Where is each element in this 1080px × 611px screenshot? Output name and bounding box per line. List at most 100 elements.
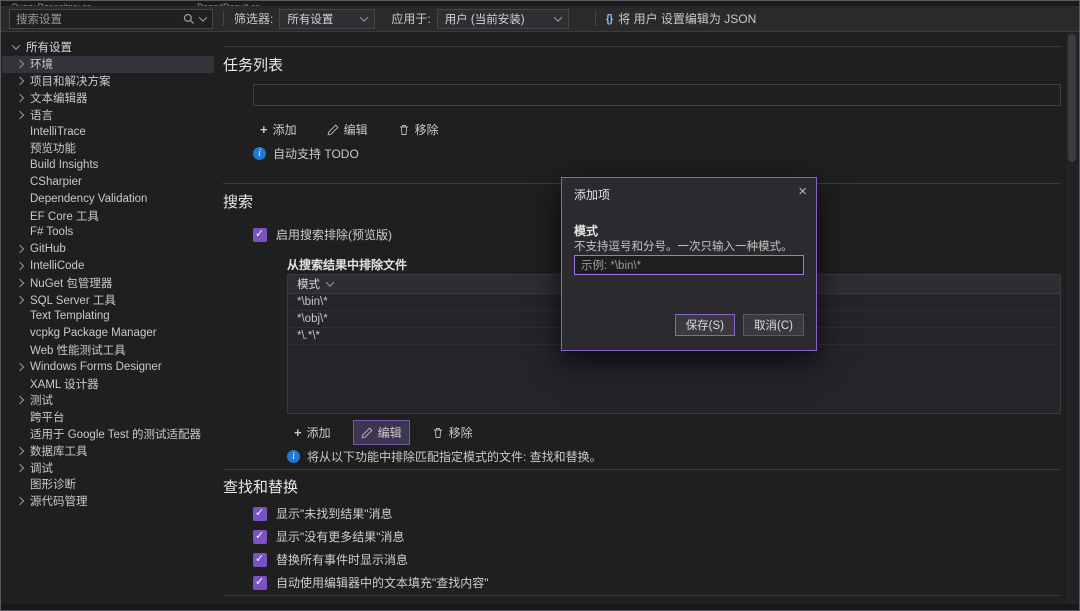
sidebar-tree-item[interactable]: 测试	[2, 392, 214, 409]
tree-item-label: Windows Forms Designer	[30, 361, 162, 373]
checkbox-label: 启用搜索排除(预览版)	[276, 226, 392, 243]
info-icon	[253, 147, 266, 160]
sidebar-tree-item[interactable]: Windows Forms Designer	[2, 358, 214, 375]
checkbox-row[interactable]: 显示"未找到结果"消息	[253, 506, 489, 521]
tree-item-label: IntelliTrace	[30, 126, 86, 138]
find-replace-heading: 查找和替换	[223, 476, 298, 497]
sidebar-tree-item[interactable]: SQL Server 工具	[2, 291, 214, 308]
sidebar-tree-item[interactable]: Dependency Validation	[2, 190, 214, 207]
sidebar-tree-item[interactable]: GitHub	[2, 241, 214, 258]
sidebar-tree-item[interactable]: vcpkg Package Manager	[2, 325, 214, 342]
sidebar-tree-item[interactable]: CSharpier	[2, 174, 214, 191]
sidebar-tree-item[interactable]: 预览功能	[2, 140, 214, 157]
filter-label: 筛选器:	[234, 10, 273, 27]
exclusions-info-text: 将从以下功能中排除匹配指定模式的文件: 查找和替换。	[307, 448, 602, 465]
tree-item-label: 调试	[30, 460, 53, 476]
dialog-title: 添加项	[574, 186, 610, 203]
cancel-button[interactable]: 取消(C)	[743, 314, 804, 336]
add-button-label: 添加	[273, 121, 297, 138]
enable-search-exclusions-checkbox-row[interactable]: 启用搜索排除(预览版)	[253, 226, 392, 243]
chevron-right-icon	[16, 295, 24, 303]
dialog-titlebar: 添加项	[562, 178, 816, 203]
sidebar-tree-item[interactable]: 源代码管理	[2, 493, 214, 510]
pattern-label: 模式	[574, 222, 598, 239]
sidebar-tree-item[interactable]: 项目和解决方案	[2, 73, 214, 90]
checkbox-checked-icon[interactable]	[253, 530, 267, 544]
edit-json-label: 将 用户 设置编辑为 JSON	[618, 10, 756, 27]
chevron-right-icon	[16, 60, 24, 68]
remove-button[interactable]: 移除	[425, 421, 480, 444]
sidebar-tree-item[interactable]: 数据库工具	[2, 442, 214, 459]
add-button[interactable]: 添加	[253, 118, 304, 141]
checkbox-label: 显示"未找到结果"消息	[276, 505, 393, 522]
task-list-info: 自动支持 TODO	[253, 145, 359, 162]
scrollbar-thumb[interactable]	[1068, 34, 1076, 162]
sidebar-tree-item[interactable]: 环境	[2, 56, 214, 73]
section-divider	[223, 595, 1061, 596]
sidebar-tree-item[interactable]: 跨平台	[2, 409, 214, 426]
filter-dropdown[interactable]: 所有设置	[279, 9, 375, 29]
sidebar-tree-item[interactable]: Text Templating	[2, 308, 214, 325]
tree-item-label: 跨平台	[30, 409, 65, 425]
json-braces-icon	[606, 13, 613, 25]
chevron-right-icon	[16, 362, 24, 370]
pattern-input[interactable]: 示例: *\bin\*	[574, 255, 804, 275]
checkbox-row[interactable]: 自动使用编辑器中的文本填充"查找内容"	[253, 575, 489, 590]
tree-item-label: Text Templating	[30, 310, 110, 322]
settings-window: Query.Repository.cs PagedResult.cs 搜索设置 …	[0, 0, 1080, 611]
edit-json-link[interactable]: 将 用户 设置编辑为 JSON	[606, 10, 757, 27]
checkbox-row[interactable]: 显示"没有更多结果"消息	[253, 529, 489, 544]
search-icon[interactable]	[183, 13, 195, 25]
exclusions-buttons: 添加 编辑 移除	[287, 421, 480, 444]
sidebar-tree-item[interactable]: IntelliTrace	[2, 123, 214, 140]
remove-button[interactable]: 移除	[391, 118, 446, 141]
add-button[interactable]: 添加	[287, 421, 338, 444]
checkbox-label: 显示"没有更多结果"消息	[276, 528, 405, 545]
trash-icon	[432, 427, 444, 439]
checkbox-checked-icon[interactable]	[253, 507, 267, 521]
tree-item-label: 项目和解决方案	[30, 73, 111, 89]
checkbox-checked-icon[interactable]	[253, 576, 267, 590]
search-options-chevron-icon[interactable]	[199, 13, 207, 21]
sidebar-tree-item[interactable]: 文本编辑器	[2, 90, 214, 107]
sidebar-tree-item[interactable]: 调试	[2, 459, 214, 476]
edit-button[interactable]: 编辑	[354, 421, 409, 444]
edit-button-label: 编辑	[344, 121, 368, 138]
save-button[interactable]: 保存(S)	[675, 314, 735, 336]
sidebar-tree-item[interactable]: 图形诊断	[2, 476, 214, 493]
search-input[interactable]: 搜索设置	[9, 9, 213, 29]
search-placeholder: 搜索设置	[16, 11, 178, 27]
edit-button-label: 编辑	[378, 424, 402, 441]
tree-item-label: CSharpier	[30, 176, 82, 188]
sidebar-tree-item[interactable]: Web 性能测试工具	[2, 342, 214, 359]
sidebar-tree-item[interactable]: IntelliCode	[2, 258, 214, 275]
checkbox-label: 自动使用编辑器中的文本填充"查找内容"	[276, 574, 489, 591]
checkbox-checked-icon[interactable]	[253, 228, 267, 242]
pattern-input-placeholder: 示例: *\bin\*	[581, 257, 641, 273]
edit-button[interactable]: 编辑	[320, 118, 375, 141]
checkbox-row[interactable]: 替换所有事件时显示消息	[253, 552, 489, 567]
dialog-buttons: 保存(S) 取消(C)	[675, 314, 804, 336]
sidebar-tree-item[interactable]: 适用于 Google Test 的测试适配器	[2, 426, 214, 443]
sidebar-tree-item[interactable]: NuGet 包管理器	[2, 274, 214, 291]
sidebar-tree-item[interactable]: Build Insights	[2, 157, 214, 174]
tree-item-label: 环境	[30, 56, 53, 72]
checkbox-checked-icon[interactable]	[253, 553, 267, 567]
sidebar-tree-item[interactable]: EF Core 工具	[2, 207, 214, 224]
vertical-scrollbar[interactable]	[1066, 32, 1078, 604]
chevron-down-icon	[12, 41, 20, 49]
sidebar-tree-item[interactable]: F# Tools	[2, 224, 214, 241]
add-button-label: 添加	[307, 424, 331, 441]
chevron-down-icon	[326, 278, 334, 286]
tree-root-all-settings[interactable]: 所有设置	[2, 38, 214, 56]
applies-to-dropdown[interactable]: 用户 (当前安装)	[437, 9, 569, 29]
close-icon[interactable]	[798, 186, 807, 198]
sidebar-tree-item[interactable]: 语言	[2, 106, 214, 123]
sidebar-tree-item[interactable]: XAML 设计器	[2, 375, 214, 392]
tree-item-label: XAML 设计器	[30, 376, 99, 392]
task-list-tokens-field[interactable]	[253, 84, 1061, 106]
pattern-cell: *\bin\*	[297, 296, 328, 308]
section-divider	[223, 46, 1061, 47]
plus-icon	[260, 122, 268, 137]
pencil-icon	[361, 427, 373, 439]
